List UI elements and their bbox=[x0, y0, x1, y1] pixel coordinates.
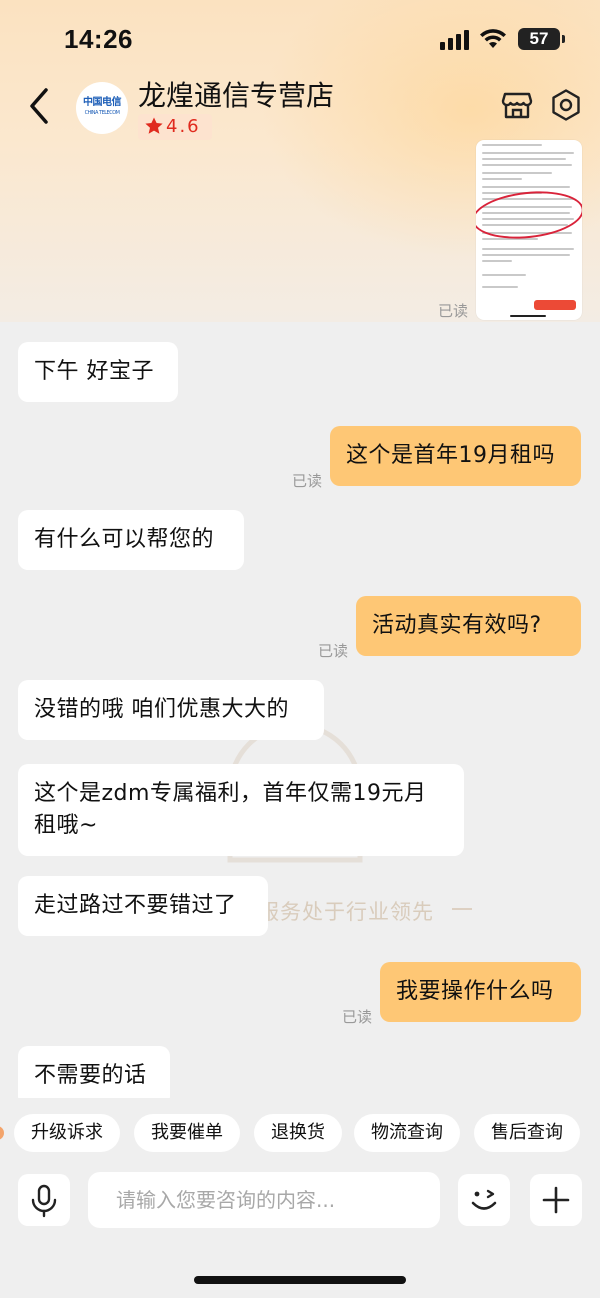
message-bubble-left[interactable]: 有什么可以帮您的 bbox=[18, 510, 244, 570]
chat-header: 14:26 57 中国电信 CHINA TELECOM 龙煌通信专营店 4.6 bbox=[0, 0, 600, 322]
star-icon bbox=[145, 117, 163, 134]
voice-button[interactable] bbox=[18, 1174, 70, 1226]
quick-reply-urge-order[interactable]: 我要催单 bbox=[134, 1114, 240, 1152]
shop-rating-value: 4.6 bbox=[166, 116, 201, 137]
thumbnail-homebar bbox=[510, 315, 546, 317]
message-bubble-right[interactable]: 活动真实有效吗? bbox=[356, 596, 581, 656]
emoji-icon bbox=[471, 1189, 497, 1210]
plus-icon bbox=[542, 1186, 570, 1214]
chat-area[interactable]: 服务处于行业领先 下午 好宝子 已读 这个是首年19月租吗 有什么可以帮您的 已… bbox=[0, 322, 600, 1098]
microphone-icon bbox=[31, 1184, 57, 1218]
back-icon[interactable] bbox=[22, 84, 58, 128]
read-status: 已读 bbox=[292, 472, 323, 490]
thumbnail-button bbox=[534, 300, 576, 310]
status-time: 14:26 bbox=[64, 24, 133, 54]
emoji-button[interactable] bbox=[458, 1174, 510, 1226]
shop-rating-badge: 4.6 bbox=[138, 114, 212, 140]
message-bubble-left[interactable]: 这个是zdm专属福利，首年仅需19元月租哦~ bbox=[18, 764, 464, 856]
quick-reply-logistics[interactable]: 物流查询 bbox=[354, 1114, 460, 1152]
quick-reply-indicator bbox=[0, 1126, 4, 1140]
message-input[interactable] bbox=[88, 1172, 440, 1228]
watermark-dash bbox=[452, 908, 472, 910]
read-status: 已读 bbox=[318, 642, 349, 660]
home-indicator bbox=[194, 1276, 406, 1284]
message-bubble-right[interactable]: 这个是首年19月租吗 bbox=[330, 426, 581, 486]
quick-reply-upgrade[interactable]: 升级诉求 bbox=[14, 1114, 120, 1152]
battery-indicator: 57 bbox=[518, 28, 565, 50]
quick-reply-bar: 升级诉求 我要催单 退换货 物流查询 售后查询 bbox=[0, 1114, 600, 1154]
read-status: 已读 bbox=[438, 302, 469, 320]
message-bubble-left[interactable]: 不需要的话 bbox=[18, 1046, 170, 1098]
shop-logo-text: 中国电信 CHINA TELECOM bbox=[83, 97, 122, 116]
signal-icon bbox=[440, 30, 470, 50]
message-bubble-left[interactable]: 没错的哦 咱们优惠大大的 bbox=[18, 680, 324, 740]
message-bubble-left[interactable]: 下午 好宝子 bbox=[18, 342, 178, 402]
quick-reply-after-sales[interactable]: 售后查询 bbox=[474, 1114, 580, 1152]
watermark-text: 服务处于行业领先 bbox=[258, 900, 434, 924]
highlight-circle bbox=[476, 186, 582, 244]
store-icon[interactable] bbox=[500, 88, 534, 122]
message-bubble-left[interactable]: 走过路过不要错过了 bbox=[18, 876, 268, 936]
read-status: 已读 bbox=[342, 1008, 373, 1026]
wifi-icon bbox=[480, 29, 506, 48]
shop-name[interactable]: 龙煌通信专营店 bbox=[138, 74, 334, 114]
settings-icon[interactable] bbox=[549, 88, 583, 122]
quick-reply-return[interactable]: 退换货 bbox=[254, 1114, 342, 1152]
image-message-thumbnail[interactable] bbox=[476, 140, 582, 320]
shop-logo[interactable]: 中国电信 CHINA TELECOM bbox=[76, 82, 128, 134]
input-bar bbox=[0, 1160, 600, 1298]
more-button[interactable] bbox=[530, 1174, 582, 1226]
message-bubble-right[interactable]: 我要操作什么吗 bbox=[380, 962, 581, 1022]
status-bar: 14:26 57 bbox=[0, 0, 600, 80]
